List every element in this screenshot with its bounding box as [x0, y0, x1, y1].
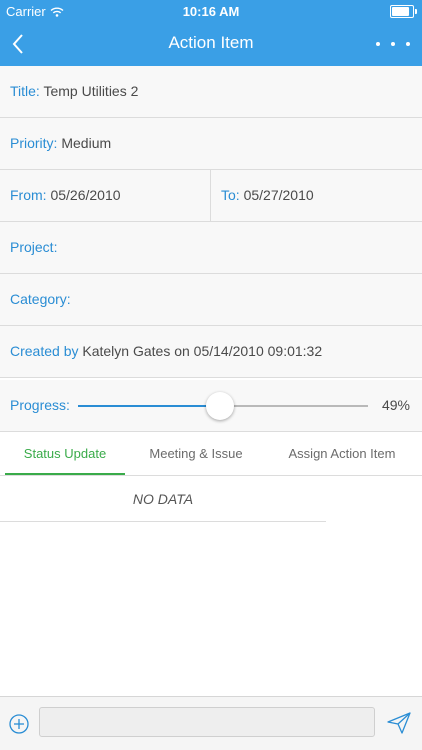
created-label: Created by [10, 343, 79, 359]
header: Carrier 10:16 AM Action Item [0, 0, 422, 66]
project-row[interactable]: Project: [0, 222, 422, 274]
progress-label: Progress: [10, 397, 70, 413]
tab-assign-action-item[interactable]: Assign Action Item [268, 432, 416, 475]
priority-value: Medium [61, 135, 112, 151]
nav-bar: Action Item [0, 22, 422, 66]
status-time: 10:16 AM [182, 4, 240, 19]
page-title: Action Item [168, 33, 254, 52]
title-value: Temp Utilities 2 [43, 83, 139, 99]
date-divider [210, 170, 211, 221]
progress-slider-thumb[interactable] [206, 392, 235, 420]
from-label: From: [10, 187, 47, 203]
send-button[interactable] [386, 711, 412, 735]
progress-slider[interactable] [78, 392, 368, 420]
status-bar: Carrier 10:16 AM [0, 0, 422, 22]
message-input[interactable] [39, 707, 375, 737]
created-row: Created by Katelyn Gates on 05/14/2010 0… [0, 326, 422, 378]
tab-meeting-issue[interactable]: Meeting & Issue [130, 432, 262, 475]
to-value: 05/27/2010 [243, 187, 314, 203]
battery-icon [390, 5, 417, 18]
category-label: Category: [10, 291, 71, 307]
created-value: Katelyn Gates on 05/14/2010 09:01:32 [82, 343, 323, 359]
plus-circle-icon [9, 714, 29, 734]
add-button[interactable] [9, 714, 29, 734]
send-icon [387, 712, 411, 734]
from-value: 05/26/2010 [50, 187, 121, 203]
composer-bar [0, 696, 422, 750]
progress-slider-fill [78, 405, 221, 407]
to-label: To: [221, 187, 240, 203]
from-field[interactable]: From: 05/26/2010 [10, 187, 121, 203]
empty-state: NO DATA [0, 476, 326, 522]
title-label: Title: [10, 83, 40, 99]
priority-label: Priority: [10, 135, 58, 151]
more-dots-icon [376, 42, 380, 46]
priority-row[interactable]: Priority: Medium [0, 118, 422, 170]
title-row[interactable]: Title: Temp Utilities 2 [0, 66, 422, 118]
project-label: Project: [10, 239, 58, 255]
category-row[interactable]: Category: [0, 274, 422, 326]
progress-value: 49% [381, 397, 410, 413]
to-field[interactable]: To: 05/27/2010 [221, 187, 314, 203]
tab-bar: Status Update Meeting & Issue Assign Act… [0, 432, 422, 476]
tab-status-update[interactable]: Status Update [5, 432, 125, 475]
progress-row: Progress: 49% [0, 380, 422, 432]
date-row: From: 05/26/2010 To: 05/27/2010 [0, 170, 422, 222]
more-button[interactable] [376, 34, 410, 54]
